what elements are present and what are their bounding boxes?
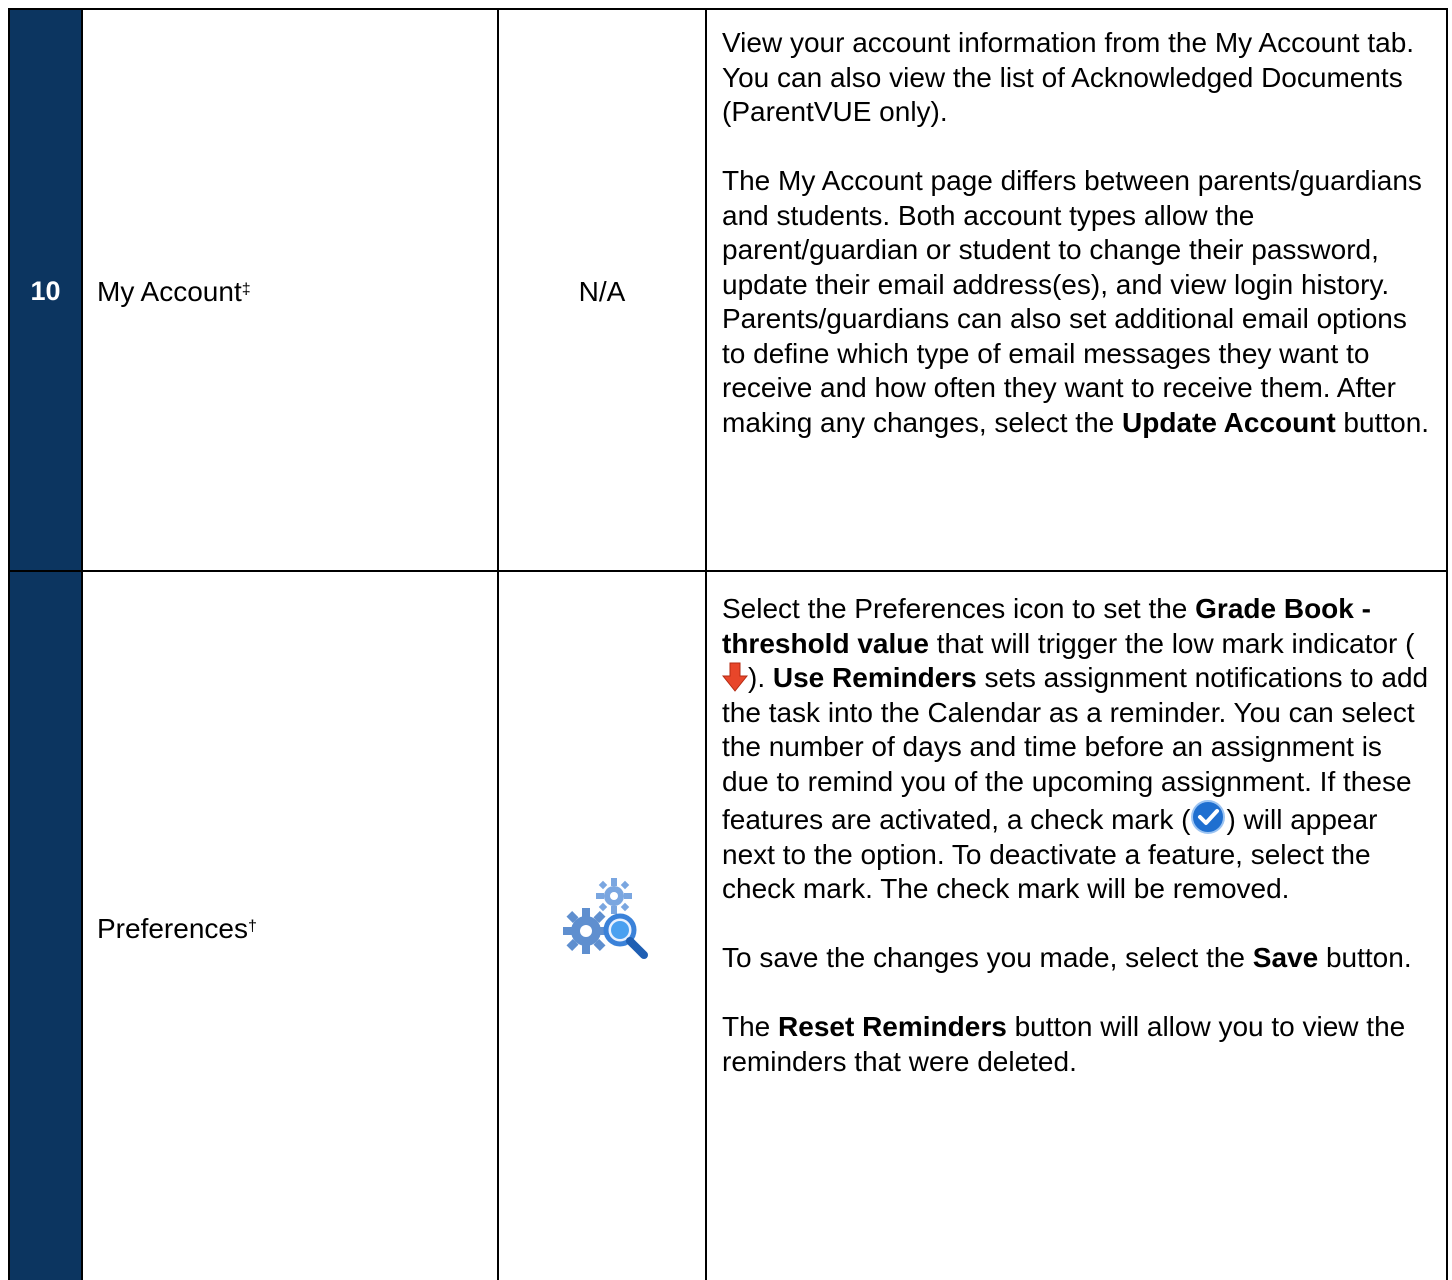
feature-description-cell: View your account information from the M…: [705, 8, 1448, 570]
feature-name-cell: My Account‡: [81, 8, 497, 570]
feature-description: Select the Preferences icon to set the G…: [722, 592, 1436, 1079]
use-reminders-reference: Use Reminders: [772, 662, 977, 693]
feature-icon-cell: N/A: [497, 8, 705, 570]
footnote-mark: ‡: [241, 281, 251, 298]
icon-not-applicable: N/A: [578, 276, 626, 307]
check-mark-icon: [1191, 800, 1226, 834]
table-row: Preferences† Select the Preferences icon…: [8, 570, 1448, 1280]
update-account-reference: Update Account: [1122, 406, 1336, 438]
feature-name: My Account‡: [97, 276, 251, 307]
low-mark-arrow-icon: [722, 662, 748, 692]
table-row: 10 My Account‡ N/A View your account inf…: [8, 8, 1448, 570]
feature-description-cell: Select the Preferences icon to set the G…: [705, 570, 1448, 1280]
description-paragraph: View your account information from the M…: [722, 27, 1415, 127]
preferences-icon: [563, 878, 648, 959]
description-paragraph: The Reset Reminders button will allow yo…: [722, 1011, 1406, 1077]
description-paragraph: The My Account page differs between pare…: [722, 165, 1430, 438]
row-number-cell: [8, 570, 81, 1280]
row-number: 10: [30, 276, 61, 306]
save-button-reference: Save: [1252, 942, 1319, 973]
feature-name-cell: Preferences†: [81, 570, 497, 1280]
reset-reminders-reference: Reset Reminders: [778, 1011, 1007, 1042]
row-number-cell: 10: [8, 8, 81, 570]
feature-name: Preferences†: [97, 913, 257, 944]
feature-description: View your account information from the M…: [722, 26, 1436, 440]
description-paragraph: To save the changes you made, select the…: [722, 942, 1412, 973]
footnote-mark: †: [247, 918, 257, 935]
description-paragraph: Select the Preferences icon to set the G…: [722, 593, 1429, 904]
feature-icon-cell: [497, 570, 705, 1280]
